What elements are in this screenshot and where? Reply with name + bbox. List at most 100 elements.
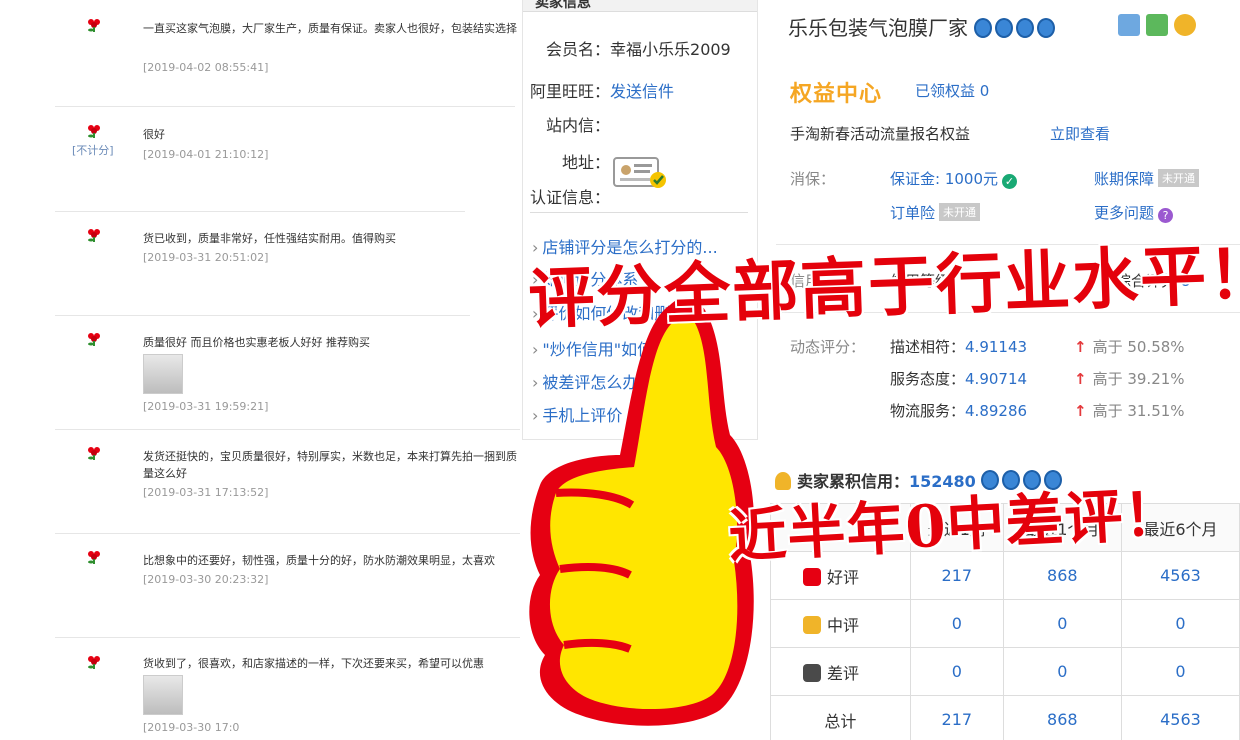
table-cell[interactable]: 4563 bbox=[1120, 695, 1240, 740]
dsr-label: 动态评分： bbox=[790, 338, 866, 356]
dsr-item: 描述相符：4.91143 bbox=[890, 336, 1027, 357]
review-time: [2019-03-31 17:13:52] bbox=[143, 486, 269, 499]
dsr-item: 物流服务：4.89286 bbox=[890, 400, 1027, 421]
wilted-flower-icon bbox=[803, 663, 821, 682]
not-scored-tag: [不计分] bbox=[72, 144, 114, 157]
crown-icon bbox=[1016, 18, 1035, 38]
rights-center-title[interactable]: 权益中心 bbox=[790, 76, 882, 108]
row-label: 好评 bbox=[827, 567, 860, 587]
row-label: 差评 bbox=[827, 663, 860, 683]
question-icon: ? bbox=[1158, 208, 1174, 223]
table-cell[interactable]: 217 bbox=[909, 695, 1004, 740]
check-icon: ✓ bbox=[1002, 174, 1017, 189]
table-row: 中评 0 0 0 bbox=[770, 599, 1240, 648]
divider bbox=[530, 212, 748, 213]
neutral-flower-icon bbox=[803, 615, 821, 634]
flower-icon bbox=[88, 447, 100, 460]
consumer-protection-label: 消保： bbox=[790, 170, 836, 188]
review-text: 很好 bbox=[143, 128, 165, 141]
review-text: 一直买这家气泡膜，大厂家生产，质量有保证。卖家人也很好，包装结实选择 bbox=[143, 22, 517, 35]
rights-count[interactable]: 已领权益 0 bbox=[915, 80, 989, 101]
table-cell[interactable]: 0 bbox=[1002, 647, 1122, 696]
table-cell[interactable]: 0 bbox=[909, 599, 1004, 648]
divider bbox=[55, 533, 520, 534]
review-time: [2019-03-30 20:23:32] bbox=[143, 573, 269, 586]
review-time: [2019-03-31 20:51:02] bbox=[143, 251, 269, 264]
flower-icon bbox=[88, 229, 100, 242]
divider bbox=[55, 429, 520, 430]
certification-label: 认证信息： bbox=[530, 188, 611, 207]
review-text: 比想象中的还要好，韧性强，质量十分的好，防水防潮效果明显，太喜欢 bbox=[143, 554, 495, 567]
review-time: [2019-04-01 21:10:12] bbox=[143, 148, 269, 161]
account-guard-row[interactable]: 账期保障 未开通 bbox=[1094, 168, 1200, 189]
member-name: 幸福小乐乐2009 bbox=[610, 40, 731, 59]
table-cell[interactable]: 868 bbox=[1002, 695, 1122, 740]
table-cell[interactable]: 4563 bbox=[1120, 551, 1240, 600]
review-photo[interactable] bbox=[143, 675, 183, 715]
member-row: 会员名：幸福小乐乐2009 bbox=[546, 36, 731, 60]
arrow-up-icon: ↑ bbox=[1074, 370, 1087, 388]
dsr-value: 4.91143 bbox=[965, 338, 1028, 356]
row-label: 中评 bbox=[827, 615, 860, 635]
table-cell[interactable]: 0 bbox=[1120, 647, 1240, 696]
address-label: 地址： bbox=[562, 153, 611, 172]
flower-icon bbox=[88, 656, 100, 669]
review-text: 货已收到，质量非常好，任性强结实耐用。值得购买 bbox=[143, 232, 396, 245]
id-badge-icon[interactable] bbox=[1118, 14, 1140, 36]
flower-icon bbox=[803, 567, 821, 586]
dsr-higher: 高于 31.51% bbox=[1092, 402, 1185, 420]
member-label: 会员名： bbox=[546, 40, 611, 59]
flower-icon bbox=[88, 333, 100, 346]
review-time: [2019-03-30 17:0 bbox=[143, 721, 240, 734]
dsr-compare: ↑ 高于 39.21% bbox=[1074, 368, 1185, 389]
table-row: 差评 0 0 0 bbox=[770, 647, 1240, 696]
panel-header: 卖家信息 bbox=[523, 0, 757, 12]
divider bbox=[55, 106, 515, 107]
arrow-up-icon: ↑ bbox=[1074, 338, 1087, 356]
gold-seller-icon[interactable] bbox=[1174, 14, 1196, 36]
id-card-icon[interactable] bbox=[612, 152, 668, 192]
order-insurance-row[interactable]: 订单险 未开通 bbox=[890, 202, 981, 223]
not-open-tag: 未开通 bbox=[939, 203, 981, 221]
table-cell[interactable]: 868 bbox=[1002, 551, 1122, 600]
shop-name-row: 乐乐包装气泡膜厂家 bbox=[788, 12, 1058, 41]
send-message-link[interactable]: 发送信件 bbox=[610, 82, 674, 101]
review-time: [2019-04-02 08:55:41] bbox=[143, 61, 269, 74]
table-cell[interactable]: 0 bbox=[1120, 599, 1240, 648]
shop-name[interactable]: 乐乐包装气泡膜厂家 bbox=[788, 16, 968, 40]
table-cell[interactable]: 0 bbox=[909, 647, 1004, 696]
dsr-item: 服务态度：4.90714 bbox=[890, 368, 1027, 389]
more-questions-row[interactable]: 更多问题? bbox=[1094, 202, 1174, 223]
view-now-link[interactable]: 立即查看 bbox=[1050, 123, 1110, 144]
wangwang-label: 阿里旺旺： bbox=[530, 82, 611, 101]
arrow-up-icon: ↑ bbox=[1074, 402, 1087, 420]
shop-badge-icon[interactable] bbox=[1146, 14, 1168, 36]
wangwang-row: 阿里旺旺：发送信件 bbox=[530, 78, 674, 102]
flower-icon bbox=[88, 19, 100, 32]
review-list: 一直买这家气泡膜，大厂家生产，质量有保证。卖家人也很好，包装结实选择 [2019… bbox=[0, 0, 520, 740]
table-row: 总计 217 868 4563 bbox=[770, 695, 1240, 740]
divider bbox=[55, 315, 470, 316]
review-photo[interactable] bbox=[143, 354, 183, 394]
divider bbox=[55, 211, 465, 212]
dsr-compare: ↑ 高于 50.58% bbox=[1074, 336, 1185, 357]
account-guard-text: 账期保障 bbox=[1094, 170, 1155, 188]
not-open-tag: 未开通 bbox=[1158, 169, 1200, 187]
deposit-text: 保证金: 1000元 bbox=[890, 170, 998, 188]
table-cell[interactable]: 0 bbox=[1002, 599, 1122, 648]
flower-icon bbox=[88, 125, 100, 138]
dsr-name: 物流服务： bbox=[890, 402, 966, 420]
review-text: 发货还挺快的，宝贝质量很好，特别厚实，米数也足，本来打算先拍一捆到质量这么好 bbox=[143, 450, 517, 480]
divider bbox=[55, 637, 520, 638]
deposit-row[interactable]: 保证金: 1000元 ✓ bbox=[890, 168, 1017, 189]
dsr-name: 描述相符： bbox=[890, 338, 966, 356]
review-time: [2019-03-31 19:59:21] bbox=[143, 400, 269, 413]
review-text: 质量很好 而且价格也实惠老板人好好 推荐购买 bbox=[143, 336, 370, 349]
dsr-value: 4.89286 bbox=[965, 402, 1028, 420]
crown-icon bbox=[995, 18, 1014, 38]
dsr-compare: ↑ 高于 31.51% bbox=[1074, 400, 1185, 421]
station-mail-label: 站内信： bbox=[546, 116, 611, 135]
row-label-cell: 差评 bbox=[770, 647, 911, 696]
dsr-name: 服务态度： bbox=[890, 370, 966, 388]
dsr-higher: 高于 39.21% bbox=[1092, 370, 1185, 388]
